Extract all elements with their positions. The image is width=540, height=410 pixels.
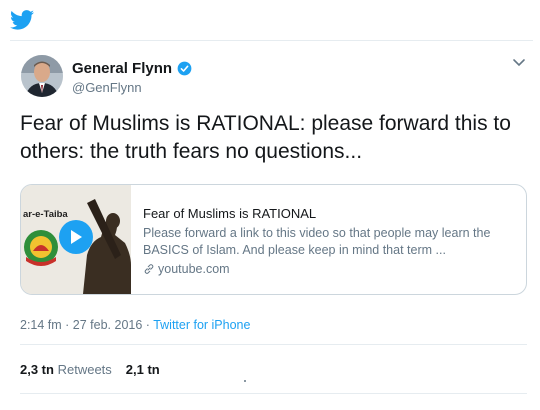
tweet-source-link[interactable]: Twitter for iPhone bbox=[153, 318, 250, 332]
thumbnail-caption: ar-e-Taiba bbox=[23, 209, 68, 220]
card-domain: youtube.com bbox=[158, 262, 230, 276]
author-name[interactable]: General Flynn bbox=[72, 60, 172, 77]
link-icon bbox=[144, 264, 154, 274]
stray-dot bbox=[244, 380, 246, 382]
link-preview-card[interactable]: ar-e-Taiba Fear of Muslims is RATIONAL P… bbox=[20, 184, 527, 295]
chevron-down-icon[interactable] bbox=[512, 58, 526, 68]
meta-divider bbox=[20, 344, 527, 345]
play-icon bbox=[71, 230, 82, 244]
avatar[interactable] bbox=[21, 55, 63, 97]
stats-divider bbox=[20, 393, 527, 394]
retweets-label: Retweets bbox=[57, 362, 112, 377]
author-handle[interactable]: @GenFlynn bbox=[72, 80, 142, 95]
likes-count: 2,1 tn bbox=[125, 362, 160, 377]
verified-badge-icon bbox=[177, 61, 192, 76]
avatar-portrait-icon bbox=[21, 55, 63, 97]
card-description: Please forward a link to this video so t… bbox=[143, 226, 491, 257]
tweet-stats: 2,3 tn Retweets 2,1 tn bbox=[20, 362, 160, 377]
author-name-row[interactable]: General Flynn bbox=[72, 60, 192, 77]
video-thumbnail[interactable]: ar-e-Taiba bbox=[21, 185, 131, 294]
retweets-count: 2,3 tn bbox=[20, 362, 54, 377]
top-divider bbox=[10, 40, 533, 41]
twitter-bird-icon[interactable] bbox=[10, 10, 34, 30]
play-button[interactable] bbox=[59, 220, 93, 254]
card-title[interactable]: Fear of Muslims is RATIONAL bbox=[143, 206, 316, 221]
tweet-timestamp[interactable]: 2:14 fm · 27 feb. 2016 · bbox=[20, 318, 153, 332]
tweet-meta: 2:14 fm · 27 feb. 2016 · Twitter for iPh… bbox=[20, 318, 250, 332]
tweet-text: Fear of Muslims is RATIONAL: please forw… bbox=[20, 112, 511, 163]
card-domain-row: youtube.com bbox=[143, 262, 230, 276]
likes-stat[interactable]: 2,1 tn bbox=[126, 362, 160, 377]
retweets-stat[interactable]: 2,3 tn Retweets bbox=[20, 362, 112, 377]
